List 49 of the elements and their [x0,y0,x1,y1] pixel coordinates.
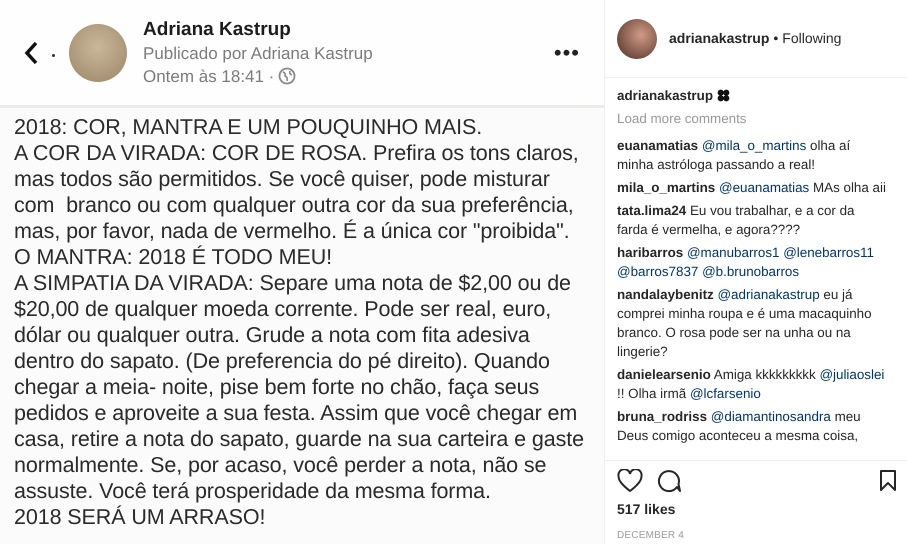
comment-text: tata.lima24 Eu vou trabalhar, e a cor da farda é vermelha, e agora???? [617,202,856,239]
mention-link[interactable]: @diamantinosandra [710,409,831,424]
post-text-line: assuste. Você terá prosperidade da mesma forma. [14,478,492,504]
post-text-line: A SIMPATIA DA VIRADA: Separe uma nota de $2,00 ou de [14,270,572,296]
post-text-line: normalmente. Se, por acaso, você perder a nota, não se [14,452,548,478]
mention-link[interactable]: @mila_o_martins [702,138,806,153]
published-by-text: Publicado por Adriana Kastrup [143,42,374,64]
post-date: DECEMBER 4 [616,529,686,543]
comment-text: bruna_rodriss @diamantinosandra meu Deus comigo aconteceu a mesma coisa, [617,408,862,445]
comment-text: mila_o_martins @euanamatias MAs olha aii [617,179,887,197]
comment-text: euanamatias @mila_o_martins olha aí minha astróloga passando a real! [617,137,852,174]
username-link[interactable]: euanamatias [617,138,698,153]
mention-link[interactable]: @euanamatias [718,180,810,195]
post-text-line: pedidos e aproveite a sua festa. Assim que você chegar em [14,400,578,426]
post-text-line: mas todos são permitidos. Se você quiser, pode misturar [14,166,551,192]
post-text-line: casa, retire a nota do sapato, guarde na sua carteira e gaste [14,426,585,452]
mention-link[interactable]: @adrianakastrup [717,287,820,302]
post-text-line: dólar ou qualquer outra. Grude a nota com fita adesiva [14,322,531,348]
mention-link[interactable]: @barros7837 [617,264,698,279]
username-link[interactable]: mila_o_martins [617,180,716,195]
mention-link[interactable]: @lenebarros11 [783,245,874,260]
comment-text: nandalaybenitz @adrianakastrup eu já comprei minha roupa e é uma macaquinho branco. O rosa pode ser na unha ou na lingerie? [617,286,873,361]
post-text-line: chegar a meia- noite, pise bem forte no chão, faça seus [14,374,540,400]
post-text-line: 2018: COR, MANTRA E UM POUQUINHO MAIS. [14,114,484,140]
post-text-line: 2018 SERÁ UM ARRASO! [14,504,266,530]
mention-link[interactable]: @lcfarsenio [690,386,761,401]
post-text-line: $20,00 de qualquer moeda corrente. Pode ser real, euro, [14,296,552,322]
following-button[interactable]: Following [782,28,842,49]
post-text-line: O MANTRA: 2018 É TODO MEU! [14,244,333,270]
more-button[interactable]: ••• [554,42,580,64]
post-time: Ontem às 18:41 · [143,66,274,88]
username-link[interactable]: haribarros [617,245,684,260]
comment-text: danielearsenio Amiga kkkkkkkkk @juliaoslei !! Olha irmã @lcfarsenio [617,366,886,403]
likes-count[interactable]: 517 likes [605,493,907,520]
username-link[interactable]: tata.lima24 [617,203,686,218]
mention-link[interactable]: @manubarros1 [686,245,780,260]
username-link[interactable]: danielearsenio [617,367,711,382]
post-text-line: com branco ou com qualquer outra cor da sua preferência, [14,192,575,218]
separator-dot: • [773,29,778,48]
username-link[interactable]: adrianakastrup [669,28,770,49]
post-text-line: A COR DA VIRADA: COR DE ROSA. Prefira os tons claros, [14,140,580,166]
username-link[interactable]: adrianakastrup [617,86,714,105]
post-text-line: mas, por favor, nada de vermelho. É a única cor "proibida". [14,218,571,244]
mention-link[interactable]: @b.brunobarros [702,264,800,279]
username-link[interactable]: bruna_rodriss [617,409,708,424]
mention-link[interactable]: @juliaoslei [819,367,884,382]
post-text-line: dentro do sapato. (De preferencia do pé direito). Quando [14,348,551,374]
username-link[interactable]: nandalaybenitz [617,287,714,302]
author-name[interactable]: Adriana Kastrup [143,18,554,42]
